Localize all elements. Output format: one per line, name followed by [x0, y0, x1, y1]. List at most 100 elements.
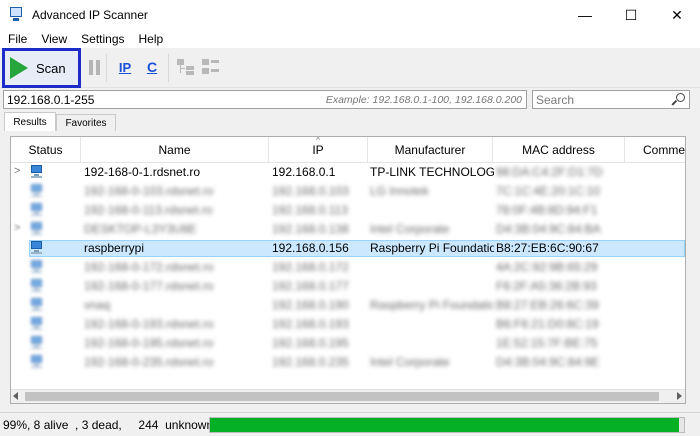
table-row[interactable]: 192-168-0-195.rdsnet.ro 192.168.0.195 1E:5… [11, 335, 685, 352]
expand-row-icon[interactable]: > [14, 222, 20, 234]
pause-icon[interactable] [83, 56, 105, 78]
host-alive-icon [31, 260, 43, 274]
cell-ip: 192.168.0.103 [272, 184, 349, 198]
cell-ip: 192.168.0.235 [272, 355, 349, 369]
list-header: Status Name ^ IP Manufacturer MAC addres… [11, 137, 685, 163]
app-icon [8, 7, 24, 23]
menu-bar: File View Settings Help [0, 30, 700, 48]
scan-status-text: 99%, 8 alive , 3 dead, 244 unknown [3, 418, 214, 432]
column-mac[interactable]: MAC address [493, 137, 625, 163]
table-row[interactable]: raspberrypi 192.168.0.156 Raspberry Pi Fou… [11, 240, 685, 257]
cell-mac: D4:3B:04:9C:84:BA [496, 222, 601, 236]
table-row[interactable]: 192-168-0-177.rdsnet.ro 192.168.0.177 F6:2… [11, 278, 685, 295]
cell-name: 192-168-0-113.rdsnet.ro [84, 203, 213, 217]
cell-mac: 78:0F:4B:8D:94:F1 [496, 203, 598, 217]
column-name[interactable]: Name [81, 137, 269, 163]
results-list[interactable]: Status Name ^ IP Manufacturer MAC addres… [10, 136, 686, 404]
cell-name: 192-168-0-195.rdsnet.ro [84, 336, 214, 350]
host-alive-icon [31, 355, 43, 369]
cell-ip: 192.168.0.193 [272, 317, 349, 331]
cell-ip: 192.168.0.172 [272, 260, 349, 274]
toolbar-separator [168, 54, 169, 82]
menu-help[interactable]: Help [131, 32, 170, 46]
minimize-button[interactable]: — [562, 0, 608, 30]
table-row[interactable]: 192-168-0-235.rdsnet.ro 192.168.0.235 Inte… [11, 354, 685, 371]
cell-ip: 192.168.0.195 [272, 336, 349, 350]
cell-name: 192-168-0-177.rdsnet.ro [84, 279, 214, 293]
host-alive-icon [31, 222, 43, 236]
cell-mac: B6:F6:21:D0:8C:19 [496, 317, 599, 331]
cell-mac: 7C:1C:4E:20:1C:10 [496, 184, 601, 198]
cell-manufacturer: TP-LINK TECHNOLOGIES CO.,LTD. [370, 165, 494, 179]
progress-fill [210, 418, 680, 432]
collapse-all-icon[interactable] [200, 56, 222, 78]
cell-ip: 192.168.0.138 [272, 222, 349, 236]
table-row[interactable]: 192-168-0-103.rdsnet.ro 192.168.0.103 LG I… [11, 183, 685, 200]
ip-range-input[interactable]: 192.168.0.1-255 Example: 192.168.0.1-100… [3, 90, 527, 109]
status-bar: 99%, 8 alive , 3 dead, 244 unknown [0, 412, 700, 436]
close-button[interactable]: ✕ [654, 0, 700, 30]
title-bar: Advanced IP Scanner — ☐ ✕ [0, 0, 700, 30]
window-title: Advanced IP Scanner [32, 8, 148, 22]
cell-mac: B8:27:EB:26:6C:39 [496, 298, 599, 312]
search-input[interactable]: Search [532, 90, 690, 109]
column-ip[interactable]: ^ IP [269, 137, 368, 163]
expand-all-icon[interactable] [175, 56, 197, 78]
scroll-left-icon[interactable] [13, 392, 18, 400]
cell-mac: 98:DA:C4:2F:D1:7D [496, 165, 603, 179]
column-manufacturer[interactable]: Manufacturer [368, 137, 493, 163]
maximize-button[interactable]: ☐ [608, 0, 654, 30]
ip-range-example: Example: 192.168.0.1-100, 192.168.0.200 [325, 93, 522, 106]
host-alive-icon [31, 298, 43, 312]
expand-row-icon[interactable]: > [14, 165, 20, 177]
table-row[interactable]: 192-168-0-193.rdsnet.ro 192.168.0.193 B6:F… [11, 316, 685, 333]
host-alive-icon [31, 203, 43, 217]
column-status[interactable]: Status [11, 137, 81, 163]
search-icon[interactable] [671, 93, 685, 106]
tab-favorites[interactable]: Favorites [56, 114, 116, 131]
column-ip-label: IP [312, 143, 324, 157]
cell-ip: 192.168.0.177 [272, 279, 349, 293]
cell-name: 192-168-0-103.rdsnet.ro [84, 184, 214, 198]
cell-mac: B8:27:EB:6C:90:67 [496, 241, 599, 255]
horizontal-scrollbar[interactable] [11, 389, 685, 403]
cell-mac: 4A:2C:92:9B:65:29 [496, 260, 598, 274]
cell-ip: 192.168.0.1 [272, 165, 336, 179]
cell-name: 192-168-0-193.rdsnet.ro [84, 317, 214, 331]
table-row[interactable]: 192-168-0-113.rdsnet.ro 192.168.0.113 78:0… [11, 202, 685, 219]
cell-name: 192-168-0-1.rdsnet.ro [84, 165, 201, 179]
scan-button-label: Scan [36, 60, 66, 76]
scroll-right-icon[interactable] [677, 392, 682, 400]
cell-name: raspberrypi [84, 241, 145, 255]
host-alive-icon [31, 165, 43, 179]
scan-button[interactable]: Scan [2, 48, 81, 88]
ip-range-icon[interactable]: IP [114, 56, 136, 78]
menu-view[interactable]: View [33, 32, 73, 46]
cell-name: vnaq [84, 298, 111, 312]
menu-file[interactable]: File [0, 32, 33, 46]
column-comments[interactable]: Comments [625, 137, 685, 163]
table-row[interactable]: vnaq 192.168.0.190 Raspberry Pi Foundation… [11, 297, 685, 314]
scan-progress-bar [209, 417, 685, 433]
cell-name: 192-168-0-172.rdsnet.ro [84, 260, 214, 274]
host-alive-icon [31, 279, 43, 293]
cell-ip: 192.168.0.156 [272, 241, 349, 255]
scrollbar-thumb[interactable] [25, 392, 659, 401]
table-row[interactable]: > DESKTOP-L3Y3U8E 192.168.0.138 Intel Corpo… [11, 221, 685, 238]
subnet-c-icon[interactable]: C [141, 56, 163, 78]
menu-settings[interactable]: Settings [73, 32, 130, 46]
cell-mac: D4:3B:04:9C:84:9E [496, 355, 600, 369]
table-row[interactable]: 192-168-0-172.rdsnet.ro 192.168.0.172 4A:2… [11, 259, 685, 276]
cell-ip: 192.168.0.113 [272, 203, 348, 217]
table-row[interactable]: >192-168-0-1.rdsnet.ro 192.168.0.1 TP-LINK… [11, 164, 685, 181]
host-alive-icon [31, 241, 43, 255]
tab-results[interactable]: Results [4, 112, 56, 131]
sort-up-icon: ^ [316, 136, 320, 145]
cell-manufacturer: Raspberry Pi Foundation [370, 298, 494, 312]
cell-manufacturer: LG Innotek [370, 184, 429, 198]
cell-manufacturer: Intel Corporate [370, 355, 450, 369]
cell-mac: 1E:52:15:7F:BE:75 [496, 336, 598, 350]
search-placeholder: Search [536, 92, 575, 107]
cell-mac: F6:2F:A5:36:2B:93 [496, 279, 597, 293]
toolbar-separator [106, 54, 107, 82]
